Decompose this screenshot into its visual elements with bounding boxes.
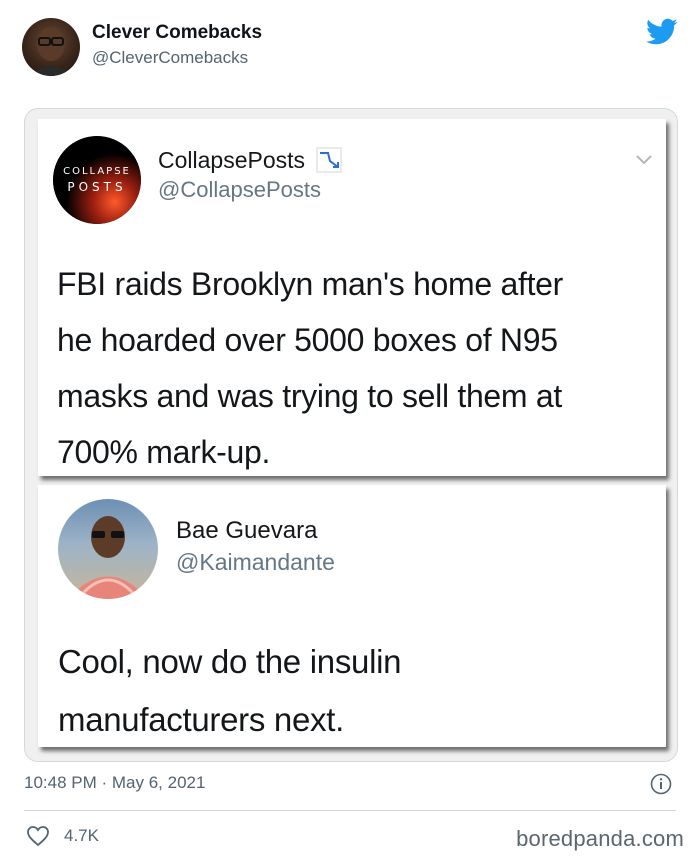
author-avatar[interactable] [22,18,80,76]
tweet-card: Clever Comebacks @CleverComebacks COLLAP… [0,0,700,864]
author-handle[interactable]: @CleverComebacks [92,48,248,68]
body-line: FBI raids Brooklyn man's home after [57,266,564,302]
embedded-post-collapseposts: COLLAPSE POSTS CollapsePosts @CollapsePo… [38,119,666,476]
embedded-post-body: FBI raids Brooklyn man's home after he h… [57,256,563,480]
info-icon[interactable] [650,773,672,795]
source-watermark: boredpanda.com [516,826,684,851]
twitter-bird-icon[interactable] [646,18,678,46]
embedded-post-handle: @CollapsePosts [158,177,321,202]
chart-decreasing-icon [316,147,342,173]
author-name[interactable]: Clever Comebacks [92,22,262,44]
body-line: he hoarded over 5000 boxes of N95 [57,322,558,358]
body-line: manufacturers next. [58,701,344,738]
reply-body: Cool, now do the insulin manufacturers n… [58,633,401,749]
embedded-post-reply: Bae Guevara @Kaimandante Cool, now do th… [38,485,666,747]
reply-author-handle: @Kaimandante [176,549,335,575]
embedded-screenshot[interactable]: COLLAPSE POSTS CollapsePosts @CollapsePo… [24,108,678,762]
reply-author-name: Bae Guevara [176,517,318,544]
tweet-timestamp[interactable]: 10:48 PM · May 6, 2021 [24,773,205,793]
logo-text-top: COLLAPSE [63,166,131,177]
embedded-post-name: CollapsePosts [158,147,306,173]
logo-text-bottom: POSTS [67,180,126,194]
body-line: Cool, now do the insulin [58,643,402,680]
reply-avatar [58,499,158,599]
heart-icon[interactable] [26,825,50,847]
body-line: 700% mark-up. [57,434,271,470]
divider [24,810,676,811]
like-count[interactable]: 4.7K [64,826,99,846]
body-line: masks and was trying to sell them at [57,378,562,414]
chevron-down-icon[interactable] [635,154,653,166]
collapseposts-logo: COLLAPSE POSTS [53,136,141,224]
